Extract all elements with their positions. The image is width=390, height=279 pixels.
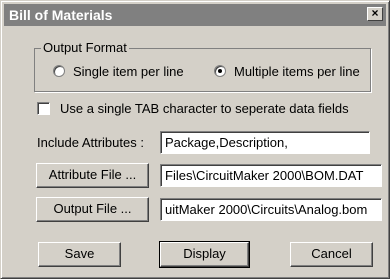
- single-item-label[interactable]: Single item per line: [73, 64, 184, 79]
- multiple-items-label[interactable]: Multiple items per line: [234, 64, 360, 79]
- include-attributes-input[interactable]: Package,Description,: [160, 131, 370, 154]
- save-button[interactable]: Save: [38, 242, 121, 267]
- display-button[interactable]: Display: [159, 241, 250, 268]
- attribute-file-button[interactable]: Attribute File ...: [36, 163, 149, 188]
- close-icon[interactable]: ×: [367, 7, 383, 21]
- output-file-input[interactable]: uitMaker 2000\Circuits\Analog.bom: [160, 198, 382, 221]
- dialog-title: Bill of Materials: [9, 7, 113, 23]
- multiple-items-radio[interactable]: [214, 65, 226, 77]
- attribute-file-input[interactable]: Files\CircuitMaker 2000\BOM.DAT: [160, 164, 382, 187]
- include-attributes-label: Include Attributes :: [37, 135, 144, 150]
- single-item-radio[interactable]: [53, 65, 65, 77]
- output-file-button[interactable]: Output File ...: [36, 197, 149, 222]
- title-bar[interactable]: Bill of Materials ×: [4, 4, 386, 26]
- tab-separator-checkbox[interactable]: [37, 102, 50, 115]
- tab-separator-label[interactable]: Use a single TAB character to seperate d…: [60, 101, 349, 116]
- cancel-button[interactable]: Cancel: [290, 242, 373, 267]
- bill-of-materials-dialog: Bill of Materials × Output Format Single…: [0, 0, 390, 279]
- radio-selected-dot: [218, 69, 222, 73]
- output-format-label: Output Format: [41, 40, 129, 55]
